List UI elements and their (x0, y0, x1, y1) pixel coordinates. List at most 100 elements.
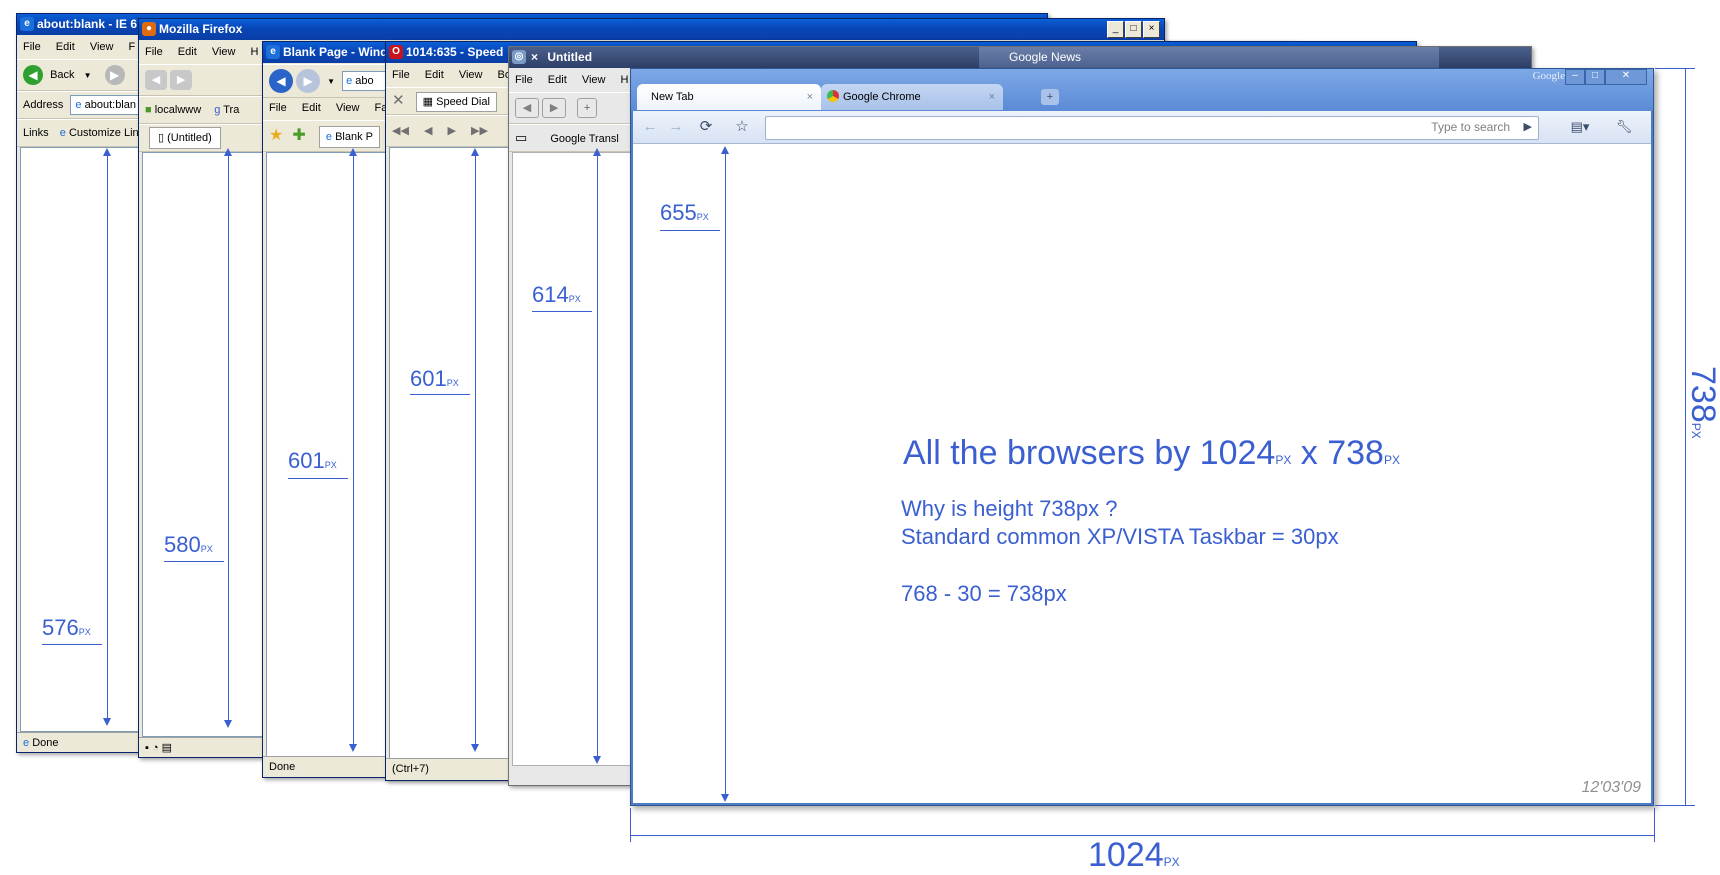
favorites-star-icon[interactable]: ★ (269, 127, 283, 144)
ie7-height-label: 601PX (288, 448, 337, 474)
chrome-tab-google-label: Google Chrome (843, 91, 921, 103)
opera-menu-edit[interactable]: Edit (425, 69, 444, 81)
ie6-links-label: Links (23, 127, 49, 139)
ie7-status: Done (269, 761, 296, 773)
status-icon: ▪ ◔ ▤ (145, 742, 173, 754)
close-button[interactable]: × (1143, 21, 1160, 38)
ie6-links-item[interactable]: Customize Lin (69, 127, 139, 139)
safari-menu-view[interactable]: View (582, 74, 606, 86)
firefox-bookmark-1[interactable]: localwww (155, 104, 201, 116)
book-icon[interactable]: ▭ (515, 130, 527, 145)
add-favorite-icon[interactable]: ✚ (292, 127, 305, 144)
chrome-tab-google[interactable]: Google Chrome × (821, 84, 1003, 110)
firefox-tab[interactable]: ▯ (Untitled) (149, 127, 221, 149)
chrome-logo-icon (827, 90, 839, 102)
page-icon: e (346, 75, 353, 88)
firefox-menu-file[interactable]: File (145, 46, 163, 58)
search-placeholder: Type to search (1431, 120, 1510, 134)
page-heading: All the browsers by 1024PX x 738PX (903, 434, 1400, 473)
fast-forward-icon[interactable]: ▶▶ (471, 125, 488, 137)
tools-icon[interactable]: ✕ (392, 92, 405, 109)
new-tab-button[interactable]: + (1041, 89, 1059, 105)
firefox-bookmark-2[interactable]: Tra (223, 104, 239, 116)
opera-height-label: 601PX (410, 366, 459, 392)
minimize-button[interactable]: – (1565, 69, 1585, 85)
explanation-line-1: Why is height 738px ? (901, 496, 1118, 521)
forward-icon[interactable]: ▶ (296, 69, 321, 94)
dropdown-arrow-icon[interactable]: ▼ (327, 77, 335, 86)
opera-tab[interactable]: ▦ Speed Dial (415, 92, 497, 112)
ie7-menu-file[interactable]: File (269, 102, 287, 114)
safari-height-value: 614 (532, 282, 569, 307)
firefox-icon: ● (142, 22, 156, 36)
width-tick-right (1654, 808, 1655, 842)
firefox-menu-view[interactable]: View (212, 46, 236, 58)
ie7-height-unit: PX (324, 460, 337, 470)
ie7-title: Blank Page - Wind (283, 45, 388, 59)
close-tab-icon[interactable]: × (807, 84, 813, 110)
opera-menu-file[interactable]: File (392, 69, 410, 81)
ie6-status: Done (32, 737, 59, 749)
safari-menu-edit[interactable]: Edit (548, 74, 567, 86)
page-menu-icon[interactable]: ▤▾ (1569, 117, 1591, 137)
back-icon[interactable]: ◀ (23, 65, 43, 86)
close-tab-icon[interactable]: × (989, 84, 995, 110)
page-icon: e (59, 127, 66, 139)
reload-icon[interactable]: ⟳ (695, 117, 717, 137)
safari-bookmark[interactable]: Google Transl (550, 133, 618, 145)
safari-height-unit: PX (568, 294, 581, 304)
opera-height-unit: PX (446, 378, 459, 388)
add-bookmark-icon[interactable]: + (577, 98, 598, 119)
safari-height-line (597, 150, 598, 760)
ie6-menu-file[interactable]: File (23, 41, 41, 53)
safari-tab2[interactable]: Google News (979, 47, 1439, 68)
back-icon[interactable]: ◀ (145, 70, 167, 91)
opera-menu-view[interactable]: View (459, 69, 483, 81)
close-button[interactable]: ✕ (1605, 69, 1647, 85)
arrow-down-icon (224, 720, 232, 728)
arrow-down-icon (103, 718, 111, 726)
firefox-menu-edit[interactable]: Edit (178, 46, 197, 58)
chrome-omnibox[interactable]: Type to search ▶ (765, 116, 1539, 140)
minimize-button[interactable]: _ (1107, 21, 1124, 38)
forward-icon[interactable]: ▶ (104, 65, 125, 86)
chrome-tab-new[interactable]: New Tab × (637, 84, 821, 110)
back-icon[interactable]: ◀ (424, 125, 432, 137)
ie6-menu-edit[interactable]: Edit (56, 41, 75, 53)
ie7-menu-edit[interactable]: Edit (302, 102, 321, 114)
arrow-up-icon (224, 148, 232, 156)
arrow-down-icon (349, 744, 357, 752)
ie6-back-label[interactable]: Back (50, 69, 74, 81)
go-icon[interactable]: ▶ (1524, 120, 1532, 133)
back-icon[interactable]: ← (639, 117, 661, 137)
rewind-icon[interactable]: ◀◀ (392, 125, 409, 137)
ie6-height-unit: PX (78, 627, 91, 637)
ie6-menu-view[interactable]: View (90, 41, 114, 53)
safari-menu-file[interactable]: File (515, 74, 533, 86)
back-icon[interactable]: ◀ (515, 98, 539, 119)
ie6-title: about:blank - IE 6 (37, 17, 138, 31)
ie7-tab[interactable]: e Blank P (318, 126, 380, 148)
forward-icon[interactable]: ▶ (448, 125, 456, 137)
maximize-button[interactable]: □ (1125, 21, 1142, 38)
ie-icon: e (266, 45, 280, 59)
firefox-titlebar[interactable]: ● Mozilla Firefox (139, 19, 1164, 40)
forward-icon[interactable]: → (665, 117, 687, 137)
forward-icon[interactable]: ▶ (170, 70, 193, 91)
firefox-menu-history[interactable]: H (251, 46, 259, 58)
heading-part-1: All the browsers by 1024 (903, 434, 1276, 472)
safari-menu-history[interactable]: H (621, 74, 629, 86)
safari-titlebar[interactable]: ◎ × Untitled Google News (509, 47, 1531, 68)
ie-icon: e (20, 17, 34, 31)
maximize-button[interactable]: □ (1585, 69, 1605, 85)
forward-icon[interactable]: ▶ (542, 98, 567, 119)
ie7-menu-view[interactable]: View (336, 102, 360, 114)
star-icon[interactable]: ☆ (731, 117, 753, 137)
close-tab-icon[interactable]: × (531, 50, 538, 64)
width-dimension-unit: PX (1163, 855, 1180, 869)
height-dimension-unit: PX (1689, 422, 1703, 439)
ie6-menu-favorites[interactable]: F (129, 41, 136, 53)
back-icon[interactable]: ◀ (269, 69, 293, 94)
opera-height-value: 601 (410, 366, 447, 391)
wrench-icon[interactable]: 🔧︎▾ (1613, 117, 1635, 154)
